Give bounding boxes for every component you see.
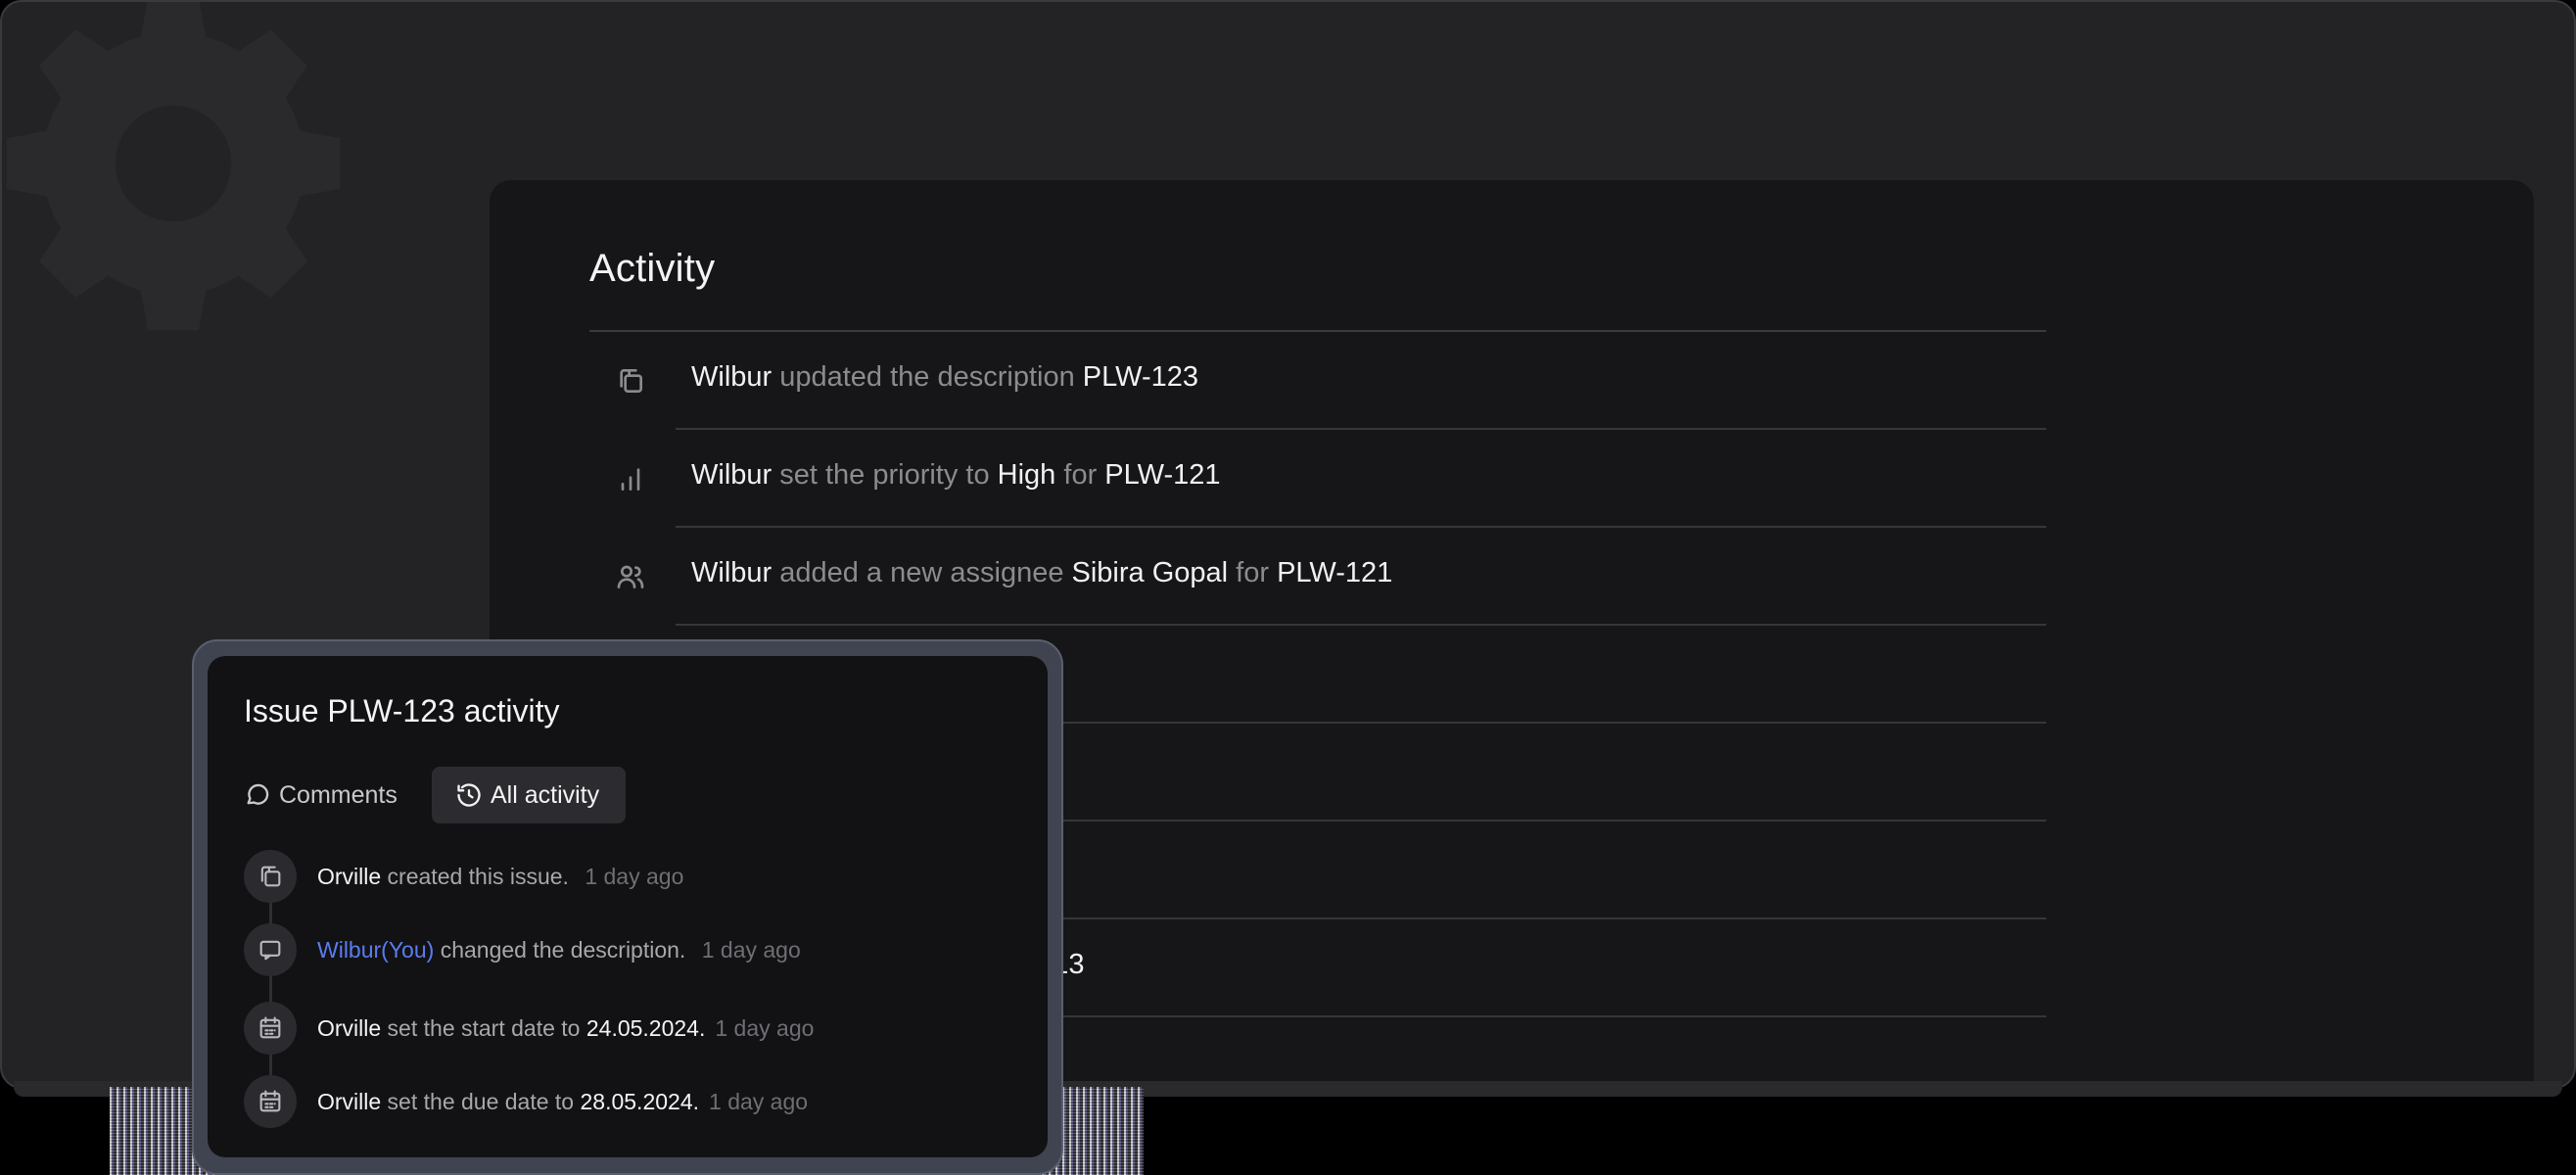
activity-entity[interactable]: Wilbur	[691, 459, 772, 491]
event-actor[interactable]: Orville	[317, 1089, 381, 1114]
activity-text: Wilbur added a new assignee Sibira Gopal…	[691, 557, 1392, 589]
popup-title: Issue PLW-123 activity	[244, 693, 560, 728]
event-timestamp: 1 day ago	[585, 864, 684, 889]
history-icon	[457, 783, 481, 807]
activity-entity[interactable]: PLW-121	[1277, 557, 1392, 588]
gear-icon	[6, 2, 341, 331]
activity-text: Wilbur set the priority to High for PLW-…	[691, 459, 1221, 492]
event-timestamp: 1 day ago	[701, 937, 801, 963]
calendar-icon	[259, 1016, 281, 1039]
tab-comments[interactable]: Comments	[244, 767, 398, 823]
event-actor[interactable]: Orville	[317, 1015, 381, 1041]
event-actor[interactable]: Orville	[317, 864, 381, 889]
activity-text: Wilbur updated the description PLW-123	[691, 361, 1198, 394]
activity-item[interactable]: Wilbur added a new assignee Sibira Gopal…	[589, 528, 2046, 626]
event-value: 28.05.2024.	[580, 1089, 700, 1114]
event-action: created this issue.	[381, 864, 576, 889]
event-icon-badge	[244, 923, 297, 976]
users-icon	[617, 565, 644, 588]
activity-event: Orville set the start date to 24.05.2024…	[244, 1002, 1027, 1057]
issue-activity-popup: Issue PLW-123 activity Comments All acti…	[208, 656, 1048, 1157]
copy-icon	[620, 369, 642, 393]
event-action: changed the description.	[434, 937, 692, 963]
calendar-icon	[259, 1090, 281, 1112]
event-text: Wilbur(You) changed the description. 1 d…	[317, 937, 801, 964]
event-action: set the start date to	[381, 1015, 586, 1041]
activity-entity[interactable]: PLW-123	[1083, 361, 1198, 393]
activity-verb: updated the description	[772, 361, 1083, 393]
event-icon-badge	[244, 850, 297, 903]
activity-item[interactable]: Wilbur set the priority to High for PLW-…	[589, 430, 2046, 528]
activity-entity[interactable]: Wilbur	[691, 361, 772, 393]
activity-entity[interactable]: PLW-121	[1104, 459, 1220, 491]
activity-verb: set the priority to	[772, 459, 998, 491]
activity-verb: added a new assignee	[772, 557, 1072, 588]
event-text: Orville set the start date to 24.05.2024…	[317, 1015, 814, 1042]
signal-bars-icon	[621, 468, 640, 491]
activity-event: Orville set the due date to 28.05.2024. 1…	[244, 1075, 1027, 1130]
copy-icon	[260, 866, 281, 887]
event-icon-badge	[244, 1002, 297, 1055]
activity-event: Orville created this issue. 1 day ago	[244, 850, 1027, 905]
page-title: Activity	[589, 247, 716, 290]
event-icon-badge	[244, 1075, 297, 1128]
event-action: set the due date to	[381, 1089, 581, 1114]
tab-label: All activity	[491, 780, 600, 809]
activity-verb: for	[1055, 459, 1105, 491]
activity-verb: for	[1228, 557, 1278, 588]
activity-entity[interactable]: High	[998, 459, 1056, 491]
tab-label: Comments	[279, 780, 398, 809]
activity-entity[interactable]: Wilbur	[691, 557, 772, 588]
event-timestamp: 1 day ago	[709, 1089, 809, 1114]
comment-icon	[247, 783, 269, 805]
activity-event: Wilbur(You) changed the description. 1 d…	[244, 923, 1027, 978]
event-timestamp: 1 day ago	[715, 1015, 815, 1041]
tab-all-activity[interactable]: All activity	[432, 767, 626, 823]
event-text: Orville set the due date to 28.05.2024. 1…	[317, 1089, 808, 1115]
event-text: Orville created this issue. 1 day ago	[317, 864, 683, 890]
event-value: 24.05.2024.	[585, 1015, 706, 1041]
event-actor[interactable]: Wilbur(You)	[317, 937, 434, 963]
activity-item[interactable]: Wilbur updated the description PLW-123	[589, 332, 2046, 430]
activity-entity[interactable]: Sibira Gopal	[1072, 557, 1229, 588]
comment-icon	[259, 940, 281, 961]
